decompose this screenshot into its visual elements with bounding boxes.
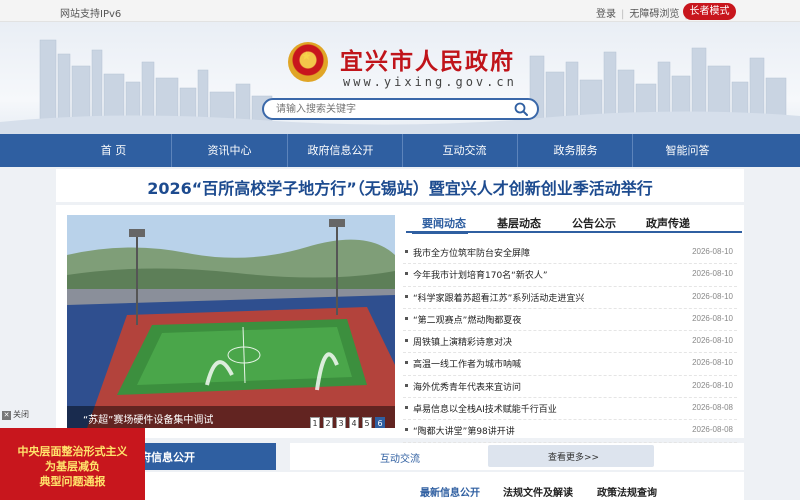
list-item[interactable]: 海外优秀青年代表来宜访问 2026-08-10 <box>403 376 737 399</box>
float-ad-line: 中央层面整治形式主义 <box>17 445 128 458</box>
nav-item-interaction[interactable]: 互动交流 <box>407 134 522 167</box>
slide-page-button[interactable]: 1 <box>310 417 320 428</box>
news-date: 2026-08-10 <box>692 336 733 346</box>
tab-headline-news[interactable]: 要闻动态 <box>422 215 466 231</box>
news-title[interactable]: 我市全方位筑牢防台安全屏障 <box>413 246 530 259</box>
news-date: 2026-08-10 <box>692 247 733 256</box>
nav-item-news-center[interactable]: 资讯中心 <box>172 134 287 167</box>
list-item[interactable]: 我市全方位筑牢防台安全屏障 2026-08-10 <box>403 242 737 265</box>
slide-page-button[interactable]: 3 <box>336 417 346 428</box>
headline-banner: 2026“百所高校学子地方行”（无锡站）暨宜兴人才创新创业季活动举行 <box>56 169 744 202</box>
news-date: 2026-08-10 <box>692 380 733 390</box>
login-link[interactable]: 登录 <box>596 9 616 20</box>
news-date: 2026-08-10 <box>692 313 733 323</box>
list-item[interactable]: 今年我市计划培育170名“新农人” 2026-08-10 <box>403 264 737 287</box>
interaction-tab-label: 互动交流 <box>380 454 420 465</box>
headline-link[interactable]: 2026“百所高校学子地方行”（无锡站）暨宜兴人才创新创业季活动举行 <box>56 175 744 199</box>
site-url: www.yixing.gov.cn <box>343 75 517 89</box>
view-more-label: 查看更多>> <box>548 453 600 463</box>
subtab-regulations[interactable]: 法规文件及解读 <box>503 484 573 499</box>
news-title[interactable]: “科学家跟着苏超看江苏”系列活动走进宜兴 <box>413 291 584 304</box>
news-date: 2026-08-10 <box>692 358 733 368</box>
list-item[interactable]: “第二观赛点”燃动陶都夏夜 2026-08-10 <box>403 309 737 332</box>
tab-announcements[interactable]: 公告公示 <box>572 215 616 231</box>
search-input[interactable] <box>276 102 506 117</box>
list-item[interactable]: “科学家跟着苏超看江苏”系列活动走进宜兴 2026-08-10 <box>403 287 737 309</box>
news-title[interactable]: “第二观赛点”燃动陶都夏夜 <box>413 313 521 326</box>
slide-page-button[interactable]: 4 <box>349 417 359 428</box>
search-icon[interactable] <box>514 102 528 116</box>
accessible-browsing-link[interactable]: 无障碍浏览 <box>629 9 679 20</box>
main-nav: 首 页 资讯中心 政府信息公开 互动交流 政务服务 智能问答 <box>0 134 800 167</box>
slide-page-button[interactable]: 5 <box>362 417 372 428</box>
bullet-icon <box>405 316 408 320</box>
top-utility-bar: 网站支持IPv6 登录|无障碍浏览| 长者模式 <box>0 0 800 22</box>
list-item[interactable]: 周铁镇上演精彩诗意对决 2026-08-10 <box>403 331 737 354</box>
news-title[interactable]: 卓易信息以全栈AI技术赋能千行百业 <box>413 402 557 415</box>
bullet-icon <box>405 406 408 410</box>
list-item[interactable]: “陶都大讲堂”第98讲开讲 2026-08-08 <box>403 420 737 443</box>
close-icon: ✕ <box>2 411 11 420</box>
stadium-photo <box>67 215 395 428</box>
bullet-icon <box>405 428 408 432</box>
ipv6-support-label: 网站支持IPv6 <box>60 9 122 20</box>
news-title[interactable]: “陶都大讲堂”第98讲开讲 <box>413 424 515 437</box>
news-title[interactable]: 高温一线工作者为城市呐喊 <box>413 357 521 370</box>
nav-item-smart-qa[interactable]: 智能问答 <box>630 134 745 167</box>
slideshow-pager: 123456 <box>310 411 388 428</box>
elder-mode-button[interactable]: 长者模式 <box>683 3 736 20</box>
site-header: ★ 宜兴市人民政府 www.yixing.gov.cn <box>0 22 800 134</box>
bullet-icon <box>405 294 408 298</box>
bullet-icon <box>405 339 408 343</box>
search-box <box>262 98 539 120</box>
slideshow-caption-bar: “苏超”赛场硬件设备集中调试 123456 <box>67 406 395 428</box>
nav-item-gov-services[interactable]: 政务服务 <box>518 134 633 167</box>
active-tab-indicator <box>412 231 468 234</box>
slide-page-button[interactable]: 2 <box>323 417 333 428</box>
news-title[interactable]: 海外优秀青年代表来宜访问 <box>413 380 521 393</box>
subtab-policy-query[interactable]: 政策法规查询 <box>597 484 657 499</box>
bullet-icon <box>405 250 408 253</box>
float-ad-close-button[interactable]: ✕ 关闭 <box>2 409 29 420</box>
news-date: 2026-08-08 <box>692 425 733 435</box>
bullet-icon <box>405 383 408 387</box>
news-tabs: 要闻动态 基层动态 公告公示 政声传递 <box>406 213 742 234</box>
news-slideshow[interactable]: “苏超”赛场硬件设备集中调试 123456 <box>67 215 395 428</box>
news-list: 我市全方位筑牢防台安全屏障 2026-08-10 今年我市计划培育170名“新农人… <box>403 242 737 443</box>
slideshow-caption: “苏超”赛场硬件设备集中调试 <box>83 415 214 426</box>
top-links: 登录|无障碍浏览| <box>596 5 693 20</box>
news-date: 2026-08-10 <box>692 269 733 279</box>
site-title: 宜兴市人民政府 <box>340 48 515 75</box>
slide-page-button-active[interactable]: 6 <box>375 417 385 428</box>
disclosure-subtabs: 最新信息公开 法规文件及解读 政策法规查询 <box>56 472 744 500</box>
news-title[interactable]: 周铁镇上演精彩诗意对决 <box>413 335 512 348</box>
close-label: 关闭 <box>13 410 29 419</box>
nav-item-info-disclosure[interactable]: 政府信息公开 <box>283 134 398 167</box>
info-disclosure-tab-label: 府信息公开 <box>140 451 195 464</box>
float-ad-banner[interactable]: 中央层面整治形式主义 为基层减负 典型问题通报 <box>0 428 145 500</box>
float-ad-line: 为基层减负 <box>45 460 100 473</box>
list-item[interactable]: 高温一线工作者为城市呐喊 2026-08-10 <box>403 353 737 376</box>
link-divider: | <box>621 9 625 20</box>
national-emblem-icon: ★ <box>288 42 328 82</box>
bullet-icon <box>405 272 408 276</box>
nav-divider <box>402 134 403 167</box>
float-ad-line: 典型问题通报 <box>39 475 106 488</box>
nav-item-home[interactable]: 首 页 <box>56 134 171 167</box>
bullet-icon <box>405 361 408 365</box>
subtab-latest-disclosure[interactable]: 最新信息公开 <box>420 484 480 499</box>
tab-government-voice[interactable]: 政声传递 <box>646 215 690 231</box>
list-item[interactable]: 卓易信息以全栈AI技术赋能千行百业 2026-08-08 <box>403 398 737 421</box>
news-title[interactable]: 今年我市计划培育170名“新农人” <box>413 268 548 281</box>
news-date: 2026-08-10 <box>692 291 733 301</box>
news-date: 2026-08-08 <box>692 403 733 413</box>
tab-grassroots-news[interactable]: 基层动态 <box>497 215 541 231</box>
view-more-button[interactable]: 查看更多>> <box>488 445 654 467</box>
